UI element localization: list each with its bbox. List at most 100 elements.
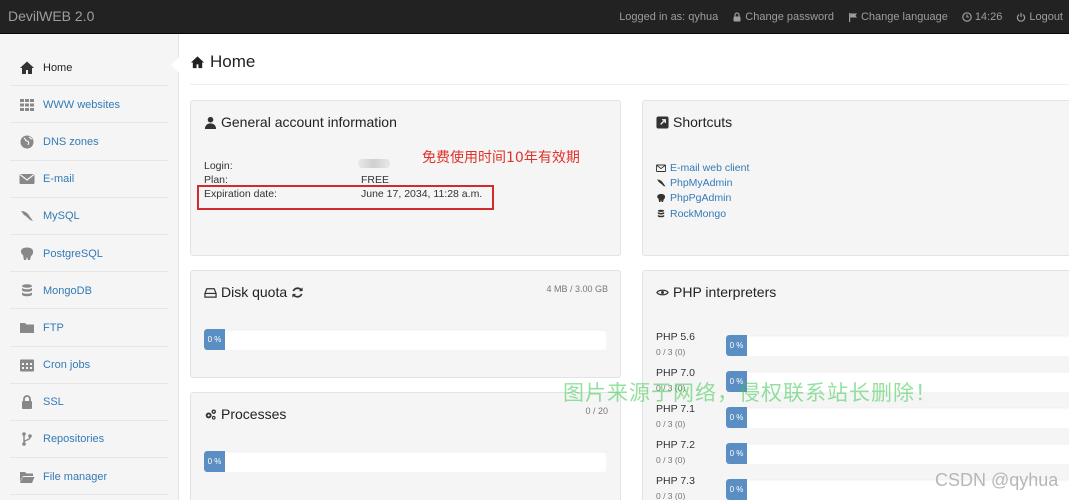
sidebar-item-cron-jobs[interactable]: Cron jobs xyxy=(0,347,178,384)
general-account-title-text: General account information xyxy=(221,114,397,130)
change-language-text: Change language xyxy=(860,11,948,23)
page-title-text: Home xyxy=(210,52,256,71)
shortcut-email-web-client[interactable]: E-mail web client xyxy=(656,160,749,175)
php-row: PHP 5.6 0 / 3 (0) 0 % xyxy=(656,331,1069,367)
php-process-count: 0 / 3 (0) xyxy=(656,455,686,465)
source-watermark: 图片来源于网络，侵权联系站长删除！ xyxy=(563,381,937,405)
processes-progress: 0 % xyxy=(204,451,607,472)
disk-quota-panel: Disk quota 4 MB / 3.00 GB 0 % xyxy=(190,270,621,378)
php-progress-fill: 0 % xyxy=(726,407,747,428)
shortcut-link-text: E-mail web client xyxy=(670,161,750,174)
logged-in-label[interactable]: Logged in as: qyhua xyxy=(619,11,718,23)
shortcut-phppgadmin[interactable]: PhpPgAdmin xyxy=(656,191,749,206)
dolphin-icon xyxy=(657,179,666,187)
hdd-icon xyxy=(204,287,217,298)
eye-icon xyxy=(656,289,669,295)
change-password-link[interactable]: Change password xyxy=(732,11,834,23)
sidebar-item-label: MySQL xyxy=(43,210,80,223)
folder-icon xyxy=(18,320,36,336)
cogs-icon xyxy=(205,408,216,420)
disk-usage-text: 4 MB / 3.00 GB xyxy=(546,284,608,294)
refresh-icon[interactable] xyxy=(291,286,304,299)
php-progress-fill: 0 % xyxy=(726,335,747,356)
shortcut-phpmyadmin[interactable]: PhpMyAdmin xyxy=(656,175,749,190)
sidebar-item-ssl[interactable]: SSL xyxy=(0,384,178,422)
sidebar-item-repositories[interactable]: Repositories xyxy=(0,421,178,459)
processes-panel: Processes 0 / 20 0 % xyxy=(190,392,621,500)
shortcuts-title-text: Shortcuts xyxy=(673,114,733,130)
power-icon xyxy=(1017,12,1026,22)
general-account-panel: General account information Login: Plan:… xyxy=(190,100,621,256)
disk-quota-title-text: Disk quota xyxy=(221,284,288,300)
sidebar-item-ftp[interactable]: FTP xyxy=(0,309,178,347)
general-account-title: General account information xyxy=(204,114,397,130)
folder-open-icon xyxy=(18,469,36,485)
sidebar-item-label: FTP xyxy=(43,321,64,334)
home-icon xyxy=(190,55,205,68)
php-interpreters-title-text: PHP interpreters xyxy=(673,284,777,300)
title-divider xyxy=(190,84,1069,85)
database-icon xyxy=(657,209,665,217)
home-icon xyxy=(18,60,36,76)
clock-text: 14:26 xyxy=(974,11,1003,23)
brand-logo[interactable]: DevilWEB 2.0 xyxy=(8,8,94,24)
sidebar-item-label: DNS zones xyxy=(43,135,99,148)
php-progress-fill: 0 % xyxy=(726,479,747,500)
branch-icon xyxy=(18,431,36,447)
grid-icon xyxy=(18,97,36,113)
top-navbar: DevilWEB 2.0 Logged in as: qyhua Change … xyxy=(0,0,1069,34)
disk-quota-progress: 0 % xyxy=(204,329,607,350)
sidebar-item-dns-zones[interactable]: DNS zones xyxy=(0,123,178,161)
sidebar-item-home[interactable]: Home xyxy=(0,49,178,87)
lock-icon xyxy=(18,394,36,410)
shortcut-link-text: RockMongo xyxy=(670,207,727,220)
login-label: Login: xyxy=(204,160,233,172)
flag-icon xyxy=(848,13,857,22)
sidebar-item-label: PostgreSQL xyxy=(43,247,103,260)
logout-text: Logout xyxy=(1029,11,1063,23)
php-progress: 0 % xyxy=(726,407,1069,428)
php-process-count: 0 / 3 (0) xyxy=(656,419,686,429)
envelope-icon xyxy=(18,171,36,187)
sidebar-menu: Home WWW websites DNS zones E-mail MySQL… xyxy=(0,34,178,496)
sidebar-item-mysql[interactable]: MySQL xyxy=(0,198,178,236)
sidebar-item-mongodb[interactable]: MongoDB xyxy=(0,272,178,310)
shortcut-links: E-mail web client PhpMyAdmin PhpPgAdmin … xyxy=(656,160,749,221)
processes-title: Processes xyxy=(204,406,286,422)
processes-progress-fill: 0 % xyxy=(204,451,225,472)
annotation-text: 免费使用时间10年有效期 xyxy=(422,150,580,166)
change-password-text: Change password xyxy=(745,11,834,23)
csdn-watermark: CSDN @qyhua xyxy=(935,470,1059,490)
logout-link[interactable]: Logout xyxy=(1016,11,1063,23)
sidebar-item-label: MongoDB xyxy=(43,284,92,297)
sidebar-item-label: Home xyxy=(43,61,73,74)
sidebar-item-file-manager[interactable]: File manager xyxy=(0,458,178,496)
php-version-name: PHP 7.2 xyxy=(656,439,695,451)
sidebar-item-postgresql[interactable]: PostgreSQL xyxy=(0,235,178,273)
elephant-icon xyxy=(18,246,36,262)
php-progress-fill: 0 % xyxy=(726,443,747,464)
logged-in-text: Logged in as: qyhua xyxy=(619,11,719,23)
shortcut-link-text: PhpPgAdmin xyxy=(670,192,732,205)
sidebar-item-label: File manager xyxy=(43,470,108,483)
shortcut-rockmongo[interactable]: RockMongo xyxy=(656,206,749,221)
calendar-icon xyxy=(18,357,36,373)
sidebar: Home WWW websites DNS zones E-mail MySQL… xyxy=(0,34,179,500)
sidebar-item-label: WWW websites xyxy=(43,98,120,111)
php-version-name: PHP 5.6 xyxy=(656,331,695,343)
php-process-count: 0 / 3 (0) xyxy=(656,491,686,500)
annotation-highlight-box xyxy=(197,185,494,210)
shortcuts-panel: Shortcuts E-mail web client PhpMyAdmin P… xyxy=(642,100,1069,256)
sidebar-item-e-mail[interactable]: E-mail xyxy=(0,161,178,198)
change-language-link[interactable]: Change language xyxy=(848,11,948,23)
clock-icon xyxy=(962,12,972,22)
external-link-icon xyxy=(656,115,669,129)
php-progress: 0 % xyxy=(726,443,1069,464)
page-title: Home xyxy=(190,52,255,72)
elephant-icon xyxy=(657,194,666,203)
active-indicator-arrow xyxy=(171,56,180,74)
envelope-icon xyxy=(656,164,666,172)
sidebar-item-www-websites[interactable]: WWW websites xyxy=(0,86,178,124)
top-nav: Logged in as: qyhua Change password Chan… xyxy=(619,0,1063,34)
clock-display: 14:26 xyxy=(962,11,1003,23)
